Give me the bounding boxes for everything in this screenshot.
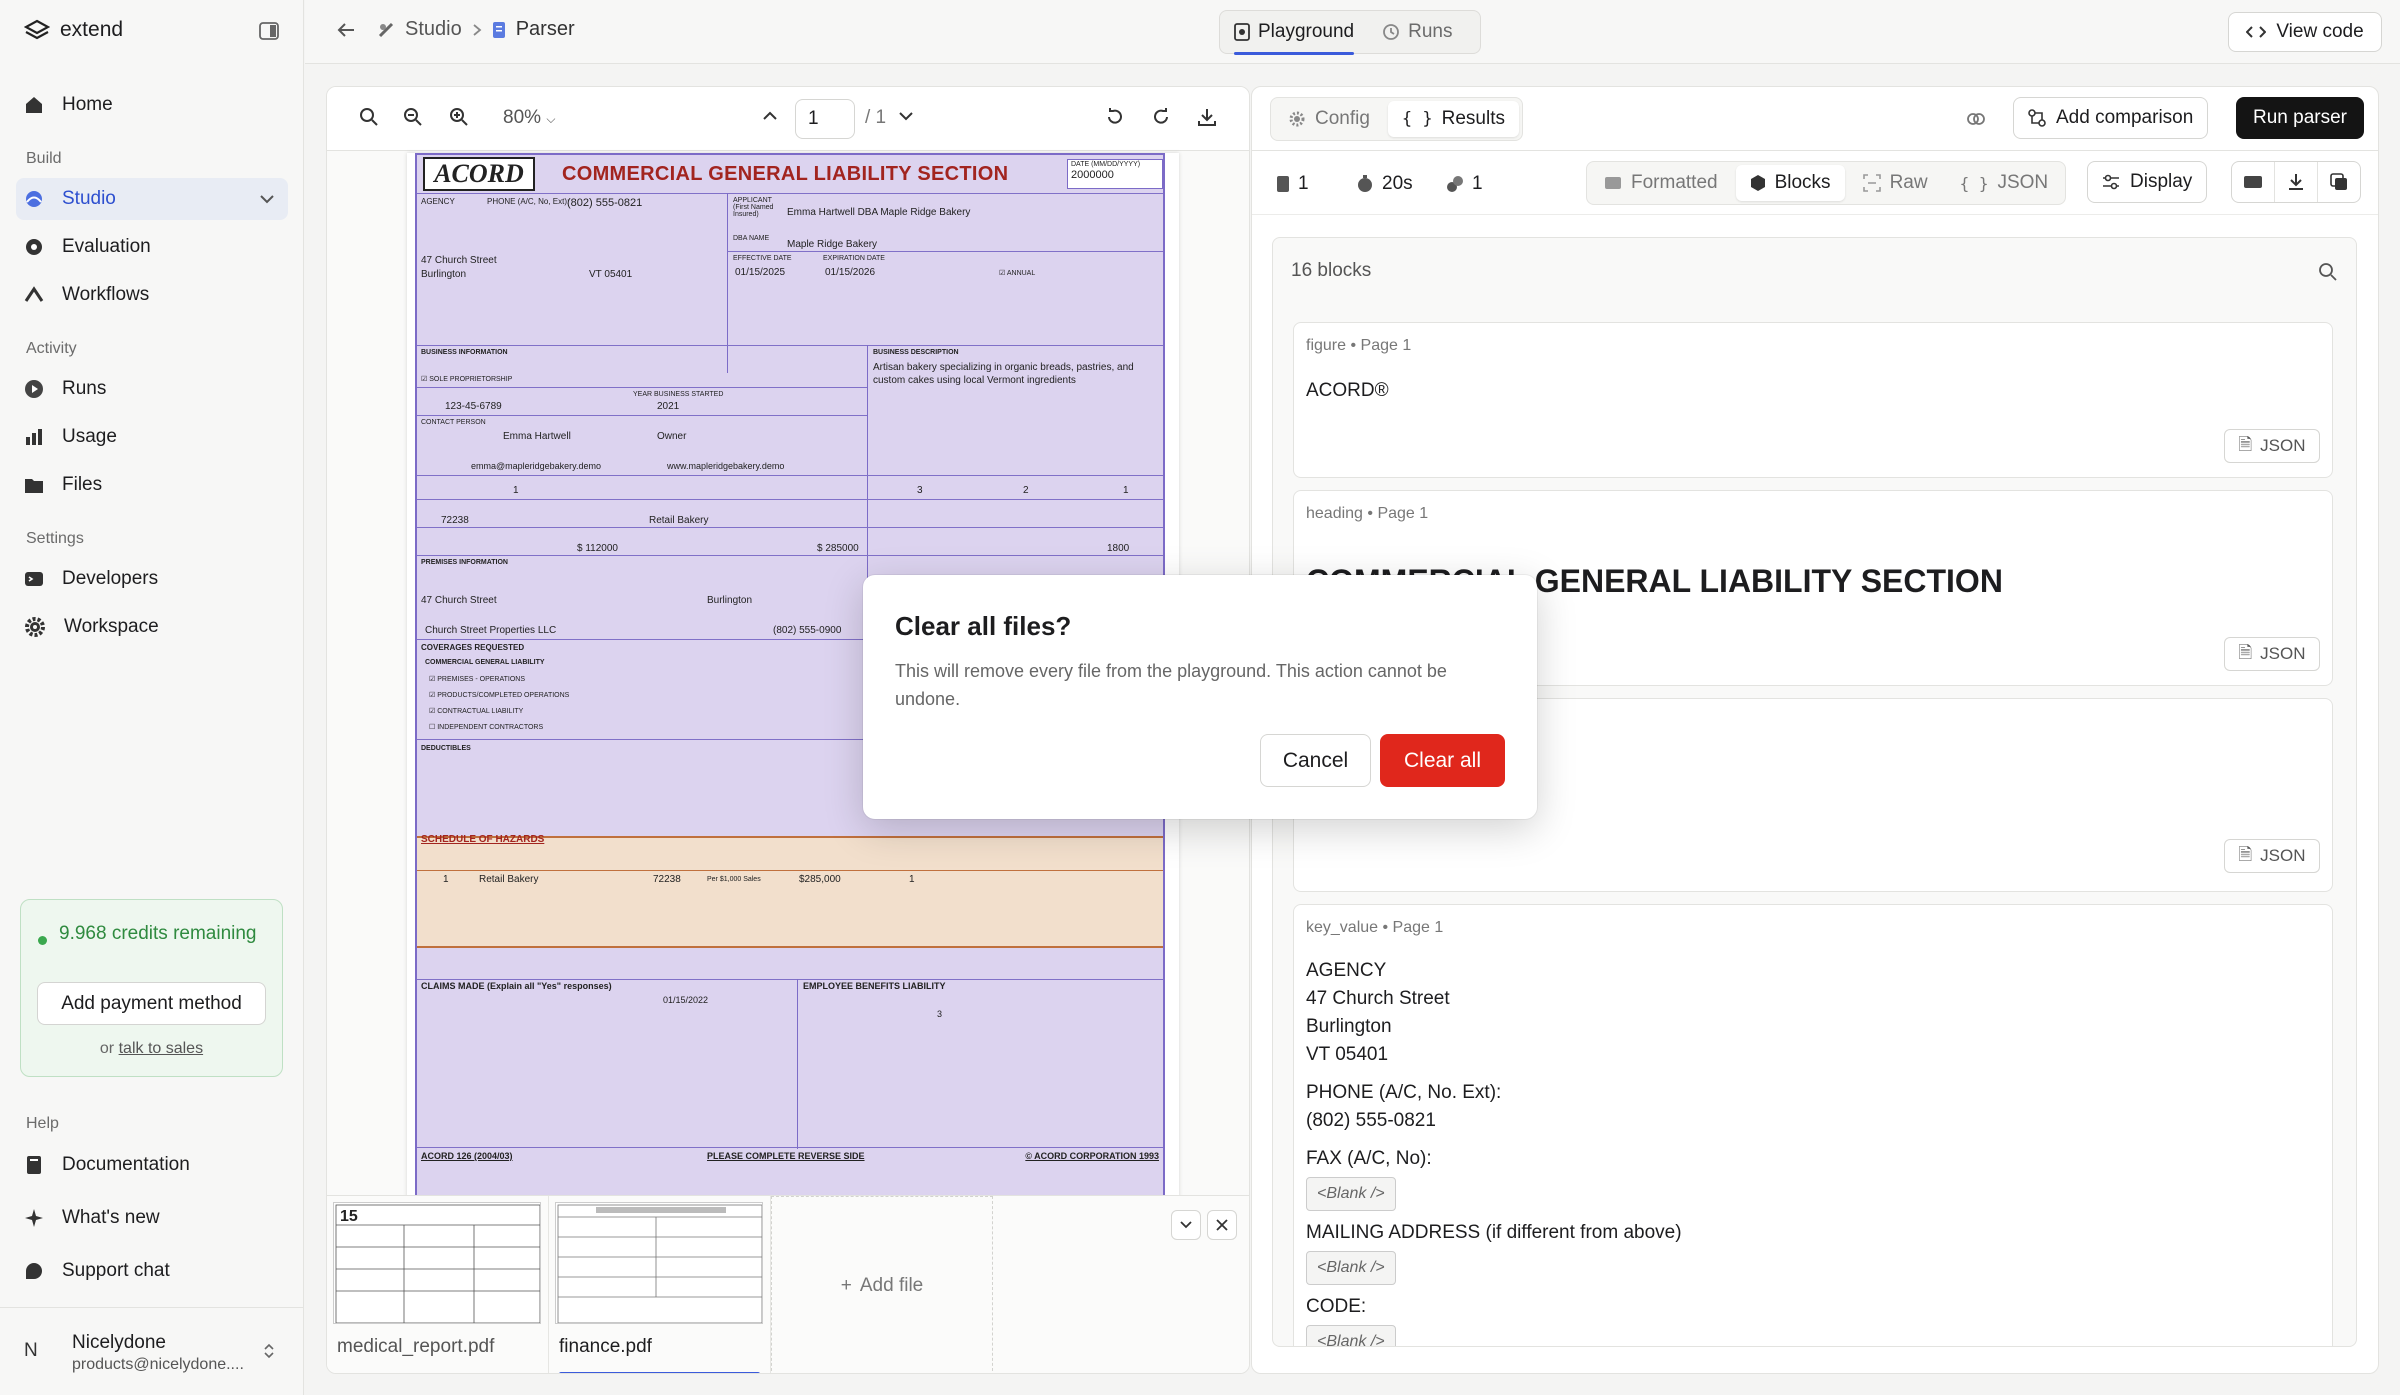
cancel-button[interactable]: Cancel [1260, 734, 1371, 787]
dialog-description: This will remove every file from the pla… [895, 661, 1447, 709]
clear-all-button[interactable]: Clear all [1380, 734, 1505, 787]
dialog-title: Clear all files? [895, 611, 1072, 641]
clear-files-dialog: Clear all files? This will remove every … [863, 575, 1537, 819]
